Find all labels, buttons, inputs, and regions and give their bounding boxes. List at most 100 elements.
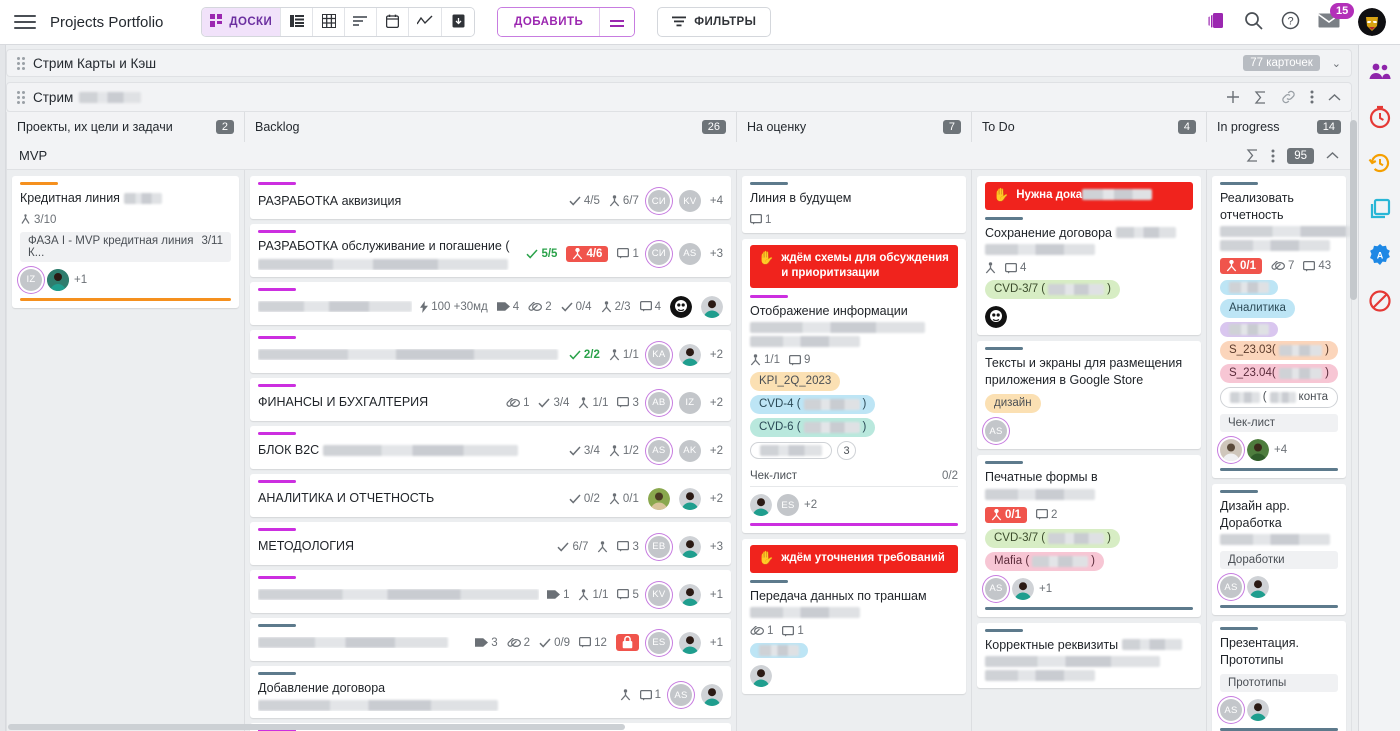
avatar[interactable] <box>985 306 1007 329</box>
avatar[interactable] <box>1358 8 1386 36</box>
avatar[interactable] <box>678 343 701 366</box>
avatar[interactable]: AS <box>1220 576 1242 598</box>
view-archive-button[interactable] <box>442 8 475 36</box>
avatar[interactable]: KV <box>647 583 670 606</box>
avatar[interactable] <box>1012 577 1034 600</box>
card[interactable]: Тексты и экраны для размещения приложени… <box>977 341 1201 450</box>
avatar[interactable] <box>678 487 701 510</box>
avatar[interactable] <box>1247 439 1269 461</box>
add-card-icon[interactable] <box>1226 90 1240 104</box>
card[interactable]: Кредитная линия 3/10 ФАЗА I - MVP кредит… <box>12 176 239 308</box>
avatar[interactable] <box>670 295 692 318</box>
drag-handle-icon[interactable] <box>17 90 26 104</box>
avatar[interactable]: AB <box>647 391 670 414</box>
tag[interactable]: S_23.04() <box>1220 364 1338 383</box>
search-icon[interactable] <box>1244 11 1263 33</box>
add-button[interactable]: ДОБАВИТЬ <box>498 8 601 36</box>
card[interactable]: Презентация. Прототипы Прототипы AS <box>1212 621 1346 731</box>
card[interactable]: Линия в будущем 1 <box>742 176 966 233</box>
tag[interactable]: Mafia () <box>985 551 1104 571</box>
avatar[interactable] <box>701 684 723 707</box>
card[interactable]: РАЗРАБОТКА обслуживание и погашение ( 5/… <box>250 224 731 277</box>
auto-badge-icon[interactable]: A <box>1368 243 1392 267</box>
more-menu-icon[interactable] <box>1271 149 1275 163</box>
avatar[interactable] <box>750 665 772 688</box>
column-header-inprogress[interactable]: In progress 14 <box>1207 112 1351 142</box>
card[interactable]: 100 +30мд 4 2 0/4 2/3 4 <box>250 281 731 325</box>
swimlane-header-mvp[interactable]: MVP 95 <box>6 142 1352 170</box>
card[interactable]: Добавление договора 1 AS <box>250 665 731 718</box>
avatar[interactable]: AS <box>985 420 1007 443</box>
avatar[interactable]: СИ <box>647 242 670 265</box>
tag[interactable]: ( конта <box>1220 387 1338 408</box>
tag[interactable]: S_23.03() <box>1220 341 1338 360</box>
card[interactable]: ФИНАНСЫ И БУХГАЛТЕРИЯ 1 3/4 1/1 3 AB IZ +2 <box>250 377 731 421</box>
tag[interactable]: CVD-4 () <box>750 395 876 415</box>
avatar[interactable] <box>1247 576 1269 598</box>
card[interactable]: 2/2 1/1 KA +2 <box>250 329 731 373</box>
view-boards-button[interactable]: ДОСКИ <box>202 8 282 36</box>
avatar[interactable]: KA <box>647 343 670 366</box>
tag[interactable]: CVD-3/7 () <box>985 280 1120 300</box>
column-header-evaluation[interactable]: На оценку 7 <box>737 112 972 142</box>
avatar[interactable]: IZ <box>20 268 42 291</box>
avatar[interactable] <box>1247 699 1269 721</box>
collapse-icon[interactable] <box>1326 151 1339 160</box>
stream-header-1[interactable]: Стрим Карты и Кэш 77 карточек ⌄ <box>6 49 1352 77</box>
card[interactable]: Реализовать отчетность 0/1 7 43 Аналитика S_2… <box>1212 176 1351 478</box>
view-table-button[interactable] <box>313 8 346 36</box>
card[interactable]: 1 1/1 5 KV +1 <box>250 569 731 613</box>
block-icon[interactable] <box>1368 289 1392 313</box>
card[interactable]: Корректные реквизиты <box>977 622 1201 689</box>
tag[interactable] <box>750 442 832 460</box>
tag[interactable]: CVD-6 () <box>750 418 876 438</box>
cards-stack-icon[interactable] <box>1206 11 1226 34</box>
card[interactable]: МЕТОДОЛОГИЯ 6/7 3 EB +3 <box>250 521 731 565</box>
avatar[interactable] <box>678 583 701 606</box>
avatar[interactable] <box>47 268 69 291</box>
sum-icon[interactable] <box>1246 149 1259 162</box>
horizontal-scrollbar[interactable] <box>8 724 1350 730</box>
link-icon[interactable] <box>1281 90 1296 104</box>
help-icon[interactable]: ? <box>1281 11 1300 33</box>
hamburger-icon[interactable] <box>14 11 36 33</box>
mail-button[interactable]: 15 <box>1318 3 1355 32</box>
avatar[interactable]: СИ <box>647 190 670 212</box>
equals-icon[interactable] <box>600 8 635 36</box>
avatar[interactable]: AS <box>670 684 692 707</box>
card[interactable]: Печатные формы в 0/1 2 CVD-3/7 () Mafia () AS… <box>977 455 1201 617</box>
avatar[interactable]: AK <box>678 439 701 462</box>
card[interactable]: Дизайн арр. Доработка Доработки AS <box>1212 484 1346 615</box>
avatar[interactable]: ES <box>647 631 670 654</box>
avatar[interactable]: AS <box>1220 699 1242 721</box>
avatar[interactable]: EB <box>647 535 670 558</box>
column-header-todo[interactable]: To Do 4 <box>972 112 1207 142</box>
tag[interactable]: Аналитика <box>1220 299 1295 318</box>
timer-icon[interactable] <box>1368 105 1392 129</box>
card[interactable]: РАЗРАБОТКА аквизиция 4/5 6/7 СИ KV +4 <box>250 176 731 219</box>
card[interactable]: АНАЛИТИКА И ОТЧЕТНОСТЬ 0/2 0/1 +2 <box>250 473 731 517</box>
card[interactable]: БЛОК B2C 3/4 1/2 AS AK +2 <box>250 425 731 469</box>
tag[interactable]: дизайн <box>985 394 1041 414</box>
more-menu-icon[interactable] <box>1310 90 1314 104</box>
view-chart-button[interactable] <box>409 8 443 36</box>
avatar[interactable] <box>750 494 772 517</box>
avatar[interactable] <box>1220 439 1242 461</box>
avatar[interactable] <box>678 631 701 654</box>
avatar[interactable] <box>678 535 701 558</box>
card[interactable]: 3 2 0/9 12 ES +1 <box>250 617 731 661</box>
sum-icon[interactable] <box>1254 90 1267 104</box>
view-calendar-button[interactable] <box>377 8 410 36</box>
column-header-projects[interactable]: Проекты, их цели и задачи 2 <box>7 112 245 142</box>
avatar[interactable] <box>701 295 723 318</box>
drag-handle-icon[interactable] <box>17 56 26 70</box>
history-icon[interactable] <box>1368 151 1392 175</box>
avatar[interactable]: AS <box>678 242 701 265</box>
copy-layers-icon[interactable] <box>1368 197 1392 221</box>
tag[interactable] <box>750 643 808 659</box>
tag[interactable] <box>1220 322 1278 337</box>
filters-button[interactable]: ФИЛЬТРЫ <box>657 7 772 37</box>
view-list-button[interactable] <box>281 8 314 36</box>
stream-header-2[interactable]: Стрим <box>6 82 1352 112</box>
avatar[interactable] <box>647 487 670 510</box>
